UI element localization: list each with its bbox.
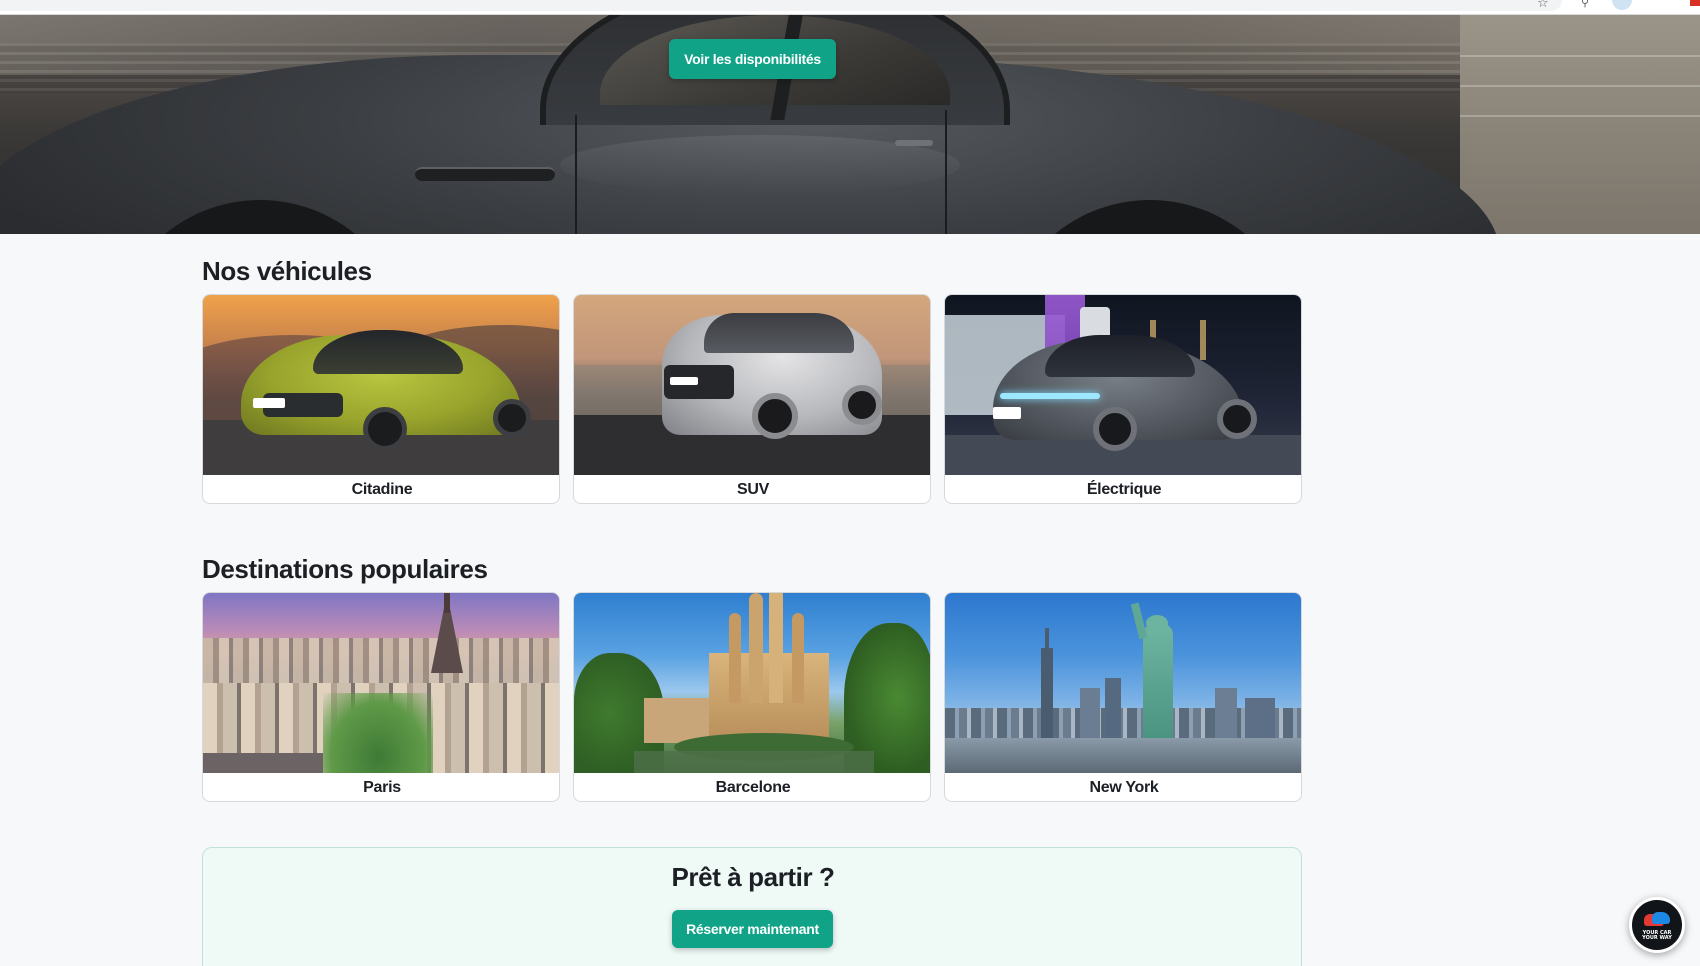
vehicle-card-electrique[interactable]: Électrique bbox=[944, 294, 1302, 504]
browser-toolbar: ☆ ⚲ bbox=[0, 0, 1700, 15]
extensions-icon[interactable]: ⚲ bbox=[1581, 0, 1589, 9]
destination-card-paris[interactable]: Paris bbox=[202, 592, 560, 802]
destination-card-label: Barcelone bbox=[715, 778, 791, 796]
destination-card-barcelone[interactable]: Barcelone bbox=[573, 592, 931, 802]
barcelona-image bbox=[574, 593, 930, 773]
book-now-button[interactable]: Réserver maintenant bbox=[672, 910, 833, 948]
car-logo-icon bbox=[1642, 910, 1672, 930]
ready-to-go-title: Prêt à partir ? bbox=[671, 862, 835, 892]
see-availability-button[interactable]: Voir les disponibilités bbox=[669, 39, 836, 79]
browser-notification-indicator bbox=[1690, 0, 1700, 6]
hero-car-vent bbox=[415, 167, 555, 181]
profile-avatar-icon[interactable] bbox=[1612, 0, 1632, 10]
address-bar[interactable] bbox=[0, 0, 1562, 11]
hero-car-door-line-rear bbox=[945, 110, 947, 234]
suv-car-image bbox=[574, 295, 930, 475]
new-york-image bbox=[945, 593, 1301, 773]
destination-card-label: Paris bbox=[363, 778, 401, 796]
bookmark-star-icon[interactable]: ☆ bbox=[1537, 0, 1549, 11]
vehicle-card-label: SUV bbox=[737, 480, 769, 498]
vehicle-card-label: Citadine bbox=[351, 480, 413, 498]
hero-car-handle bbox=[895, 140, 933, 146]
paris-image bbox=[203, 593, 559, 773]
hero-car-door-line bbox=[575, 115, 577, 234]
hero-background-street bbox=[1460, 15, 1700, 234]
destination-card-new-york[interactable]: New York bbox=[944, 592, 1302, 802]
destinations-section-title: Destinations populaires bbox=[202, 554, 488, 584]
vehicles-section-title: Nos véhicules bbox=[202, 256, 372, 286]
chat-widget-button[interactable]: YOUR CAR YOUR WAY bbox=[1629, 897, 1685, 953]
chat-widget-logo-text: YOUR CAR YOUR WAY bbox=[1642, 930, 1672, 941]
vehicle-card-suv[interactable]: SUV bbox=[573, 294, 931, 504]
destination-card-label: New York bbox=[1089, 778, 1159, 796]
electric-car-image bbox=[945, 295, 1301, 475]
citadine-car-image bbox=[203, 295, 559, 475]
hero-banner: Voir les disponibilités bbox=[0, 15, 1700, 234]
ready-to-go-panel: Prêt à partir ? Réserver maintenant bbox=[202, 847, 1302, 966]
logo-text-line2: YOUR WAY bbox=[1642, 934, 1672, 941]
vehicle-card-citadine[interactable]: Citadine bbox=[202, 294, 560, 504]
vehicle-card-label: Électrique bbox=[1086, 480, 1162, 498]
page-root: ☆ ⚲ Voir les disponibilités Nos véhicule… bbox=[0, 0, 1700, 966]
